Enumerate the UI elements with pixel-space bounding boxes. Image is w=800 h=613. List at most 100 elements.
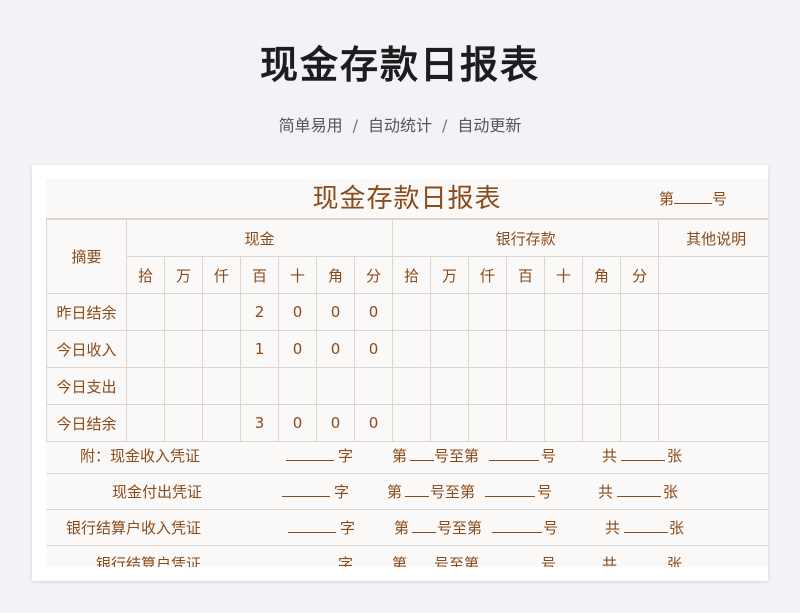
bank-cell[interactable] xyxy=(582,367,622,405)
bank-cell[interactable] xyxy=(506,367,546,405)
cash-cell[interactable] xyxy=(353,367,394,405)
cash-cell[interactable]: 0 xyxy=(278,293,317,331)
bank-cell[interactable] xyxy=(582,330,622,368)
bank-cell[interactable] xyxy=(506,404,546,442)
voucher-blank[interactable] xyxy=(282,474,330,510)
cash-cell[interactable] xyxy=(202,367,241,405)
cash-cell[interactable]: 0 xyxy=(353,293,394,331)
bank-cell[interactable] xyxy=(620,330,660,368)
cash-cell[interactable] xyxy=(240,367,279,405)
cash-cell[interactable] xyxy=(278,367,317,405)
bank-cell[interactable] xyxy=(430,293,470,331)
bank-cell[interactable] xyxy=(506,293,546,331)
voucher-di: 第 xyxy=(387,483,403,501)
cash-cell[interactable] xyxy=(316,367,355,405)
bank-cell[interactable] xyxy=(620,404,660,442)
sheet-number-prefix: 第 xyxy=(659,190,675,208)
bank-cell[interactable] xyxy=(620,367,660,405)
bank-cell[interactable] xyxy=(544,293,584,331)
voucher-blank[interactable] xyxy=(286,546,334,567)
bank-cell[interactable] xyxy=(392,330,432,368)
cash-cell[interactable]: 0 xyxy=(278,404,317,442)
group-other: 其他说明 xyxy=(658,219,768,257)
voucher-blank[interactable] xyxy=(621,438,665,474)
bank-cell[interactable] xyxy=(430,367,470,405)
subtitle-part-2: 自动统计 xyxy=(367,116,432,135)
bank-cell[interactable] xyxy=(582,404,622,442)
bank-cell[interactable] xyxy=(544,330,584,368)
sheet-number-blank[interactable] xyxy=(674,189,713,204)
row-label: 今日收入 xyxy=(46,330,127,368)
bank-cell[interactable] xyxy=(620,293,660,331)
cash-cell[interactable] xyxy=(164,404,203,442)
cash-cell[interactable]: 2 xyxy=(240,293,279,331)
subtitle-part-3: 自动更新 xyxy=(457,116,522,135)
other-cell[interactable] xyxy=(658,404,768,442)
cash-cell[interactable] xyxy=(126,367,165,405)
digit-cash: 拾 xyxy=(126,256,165,294)
voucher-blank[interactable] xyxy=(621,546,665,567)
voucher-hao: 号 xyxy=(541,555,557,567)
cash-cell[interactable]: 0 xyxy=(316,404,355,442)
voucher-gong: 共 xyxy=(602,555,618,567)
digit-bank: 仟 xyxy=(468,256,508,294)
other-cell[interactable] xyxy=(658,330,768,368)
voucher-label: 现金付出凭证 xyxy=(112,483,203,501)
digit-bank: 十 xyxy=(544,256,584,294)
cash-cell[interactable]: 0 xyxy=(316,293,355,331)
digit-cash: 万 xyxy=(164,256,203,294)
bank-cell[interactable] xyxy=(468,367,508,405)
subtitle-part-1: 简单易用 xyxy=(278,116,343,135)
voucher-blank[interactable] xyxy=(489,546,539,567)
cash-cell[interactable]: 3 xyxy=(240,404,279,442)
cash-cell[interactable] xyxy=(164,367,203,405)
bank-cell[interactable] xyxy=(468,330,508,368)
bank-cell[interactable] xyxy=(582,293,622,331)
voucher-blank[interactable] xyxy=(492,510,542,546)
cash-cell[interactable] xyxy=(126,404,165,442)
table-row: 昨日结余 2 0 0 0 xyxy=(46,293,768,331)
voucher-blank[interactable] xyxy=(286,438,334,474)
other-cell[interactable] xyxy=(658,293,768,331)
bank-cell[interactable] xyxy=(392,293,432,331)
subtitle-separator: / xyxy=(442,116,448,135)
voucher-blank[interactable] xyxy=(624,510,668,546)
voucher-blank[interactable] xyxy=(617,474,661,510)
bank-cell[interactable] xyxy=(430,330,470,368)
bank-cell[interactable] xyxy=(544,367,584,405)
cash-cell[interactable] xyxy=(126,330,165,368)
cash-cell[interactable] xyxy=(202,330,241,368)
bank-cell[interactable] xyxy=(468,293,508,331)
row-label: 今日结余 xyxy=(46,404,127,442)
bank-cell[interactable] xyxy=(430,404,470,442)
cash-cell[interactable] xyxy=(164,330,203,368)
cash-cell[interactable]: 0 xyxy=(316,330,355,368)
bank-cell[interactable] xyxy=(468,404,508,442)
cash-cell[interactable]: 0 xyxy=(278,330,317,368)
voucher-blank[interactable] xyxy=(288,510,336,546)
voucher-blank[interactable] xyxy=(410,438,434,474)
cash-cell[interactable] xyxy=(202,293,241,331)
voucher-blank[interactable] xyxy=(489,438,539,474)
voucher-notes: 附：现金收入凭证 字 第 号至第 号 共 张 现金付出凭证 字 第 号至第 号 … xyxy=(46,438,768,567)
report-card: 现金存款日报表 第号 摘要 现金 银行存款 其他说明 拾 万 仟 百 十 角 分… xyxy=(32,165,768,581)
bank-cell[interactable] xyxy=(544,404,584,442)
cash-cell[interactable]: 1 xyxy=(240,330,279,368)
voucher-blank[interactable] xyxy=(410,546,434,567)
other-cell[interactable] xyxy=(658,256,768,294)
voucher-hao: 号 xyxy=(541,447,557,465)
cash-cell[interactable] xyxy=(164,293,203,331)
report-table: 摘要 现金 银行存款 其他说明 拾 万 仟 百 十 角 分 拾 万 仟 百 十 … xyxy=(46,219,768,442)
cash-cell[interactable]: 0 xyxy=(353,330,394,368)
bank-cell[interactable] xyxy=(506,330,546,368)
voucher-blank[interactable] xyxy=(485,474,535,510)
bank-cell[interactable] xyxy=(392,404,432,442)
cash-cell[interactable] xyxy=(126,293,165,331)
bank-cell[interactable] xyxy=(392,367,432,405)
voucher-blank[interactable] xyxy=(405,474,429,510)
cash-cell[interactable] xyxy=(202,404,241,442)
voucher-blank[interactable] xyxy=(412,510,436,546)
table-row: 今日结余 3 0 0 0 xyxy=(46,404,768,442)
cash-cell[interactable]: 0 xyxy=(353,404,394,442)
other-cell[interactable] xyxy=(658,367,768,405)
